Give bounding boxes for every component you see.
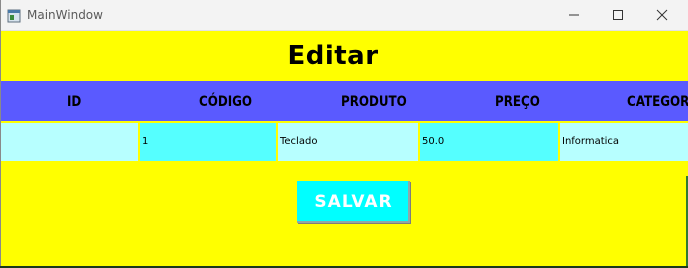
window-title: MainWindow [27,8,103,22]
save-button[interactable]: SALVAR [297,181,410,223]
column-header-preco[interactable]: PREÇO [495,81,540,121]
cell-codigo[interactable]: 1 [140,123,276,161]
minimize-button[interactable] [551,0,597,31]
table-row: 1 Teclado 50.0 Informatica [1,123,688,161]
title-bar[interactable]: MainWindow [1,0,688,31]
app-window-icon [7,8,21,23]
column-header-produto[interactable]: PRODUTO [341,81,407,121]
main-window: MainWindow Editar ID CÓDIGO PRODUTO PREÇ… [0,0,688,266]
maximize-icon [612,6,624,25]
column-header-codigo[interactable]: CÓDIGO [199,81,252,121]
column-header-id[interactable]: ID [67,81,81,121]
minimize-icon [568,6,580,25]
cell-preco[interactable]: 50.0 [420,123,558,161]
content-area: Editar ID CÓDIGO PRODUTO PREÇO CATEGORI … [1,31,688,266]
close-button[interactable] [639,0,685,31]
cell-categoria[interactable]: Informatica [560,123,688,161]
column-header-categoria[interactable]: CATEGORI [627,81,688,121]
cell-produto[interactable]: Teclado [278,123,418,161]
cell-id[interactable] [1,123,138,161]
close-icon [656,6,668,25]
maximize-button[interactable] [595,0,641,31]
table-header: ID CÓDIGO PRODUTO PREÇO CATEGORI [1,81,688,121]
page-title: Editar [287,41,379,71]
